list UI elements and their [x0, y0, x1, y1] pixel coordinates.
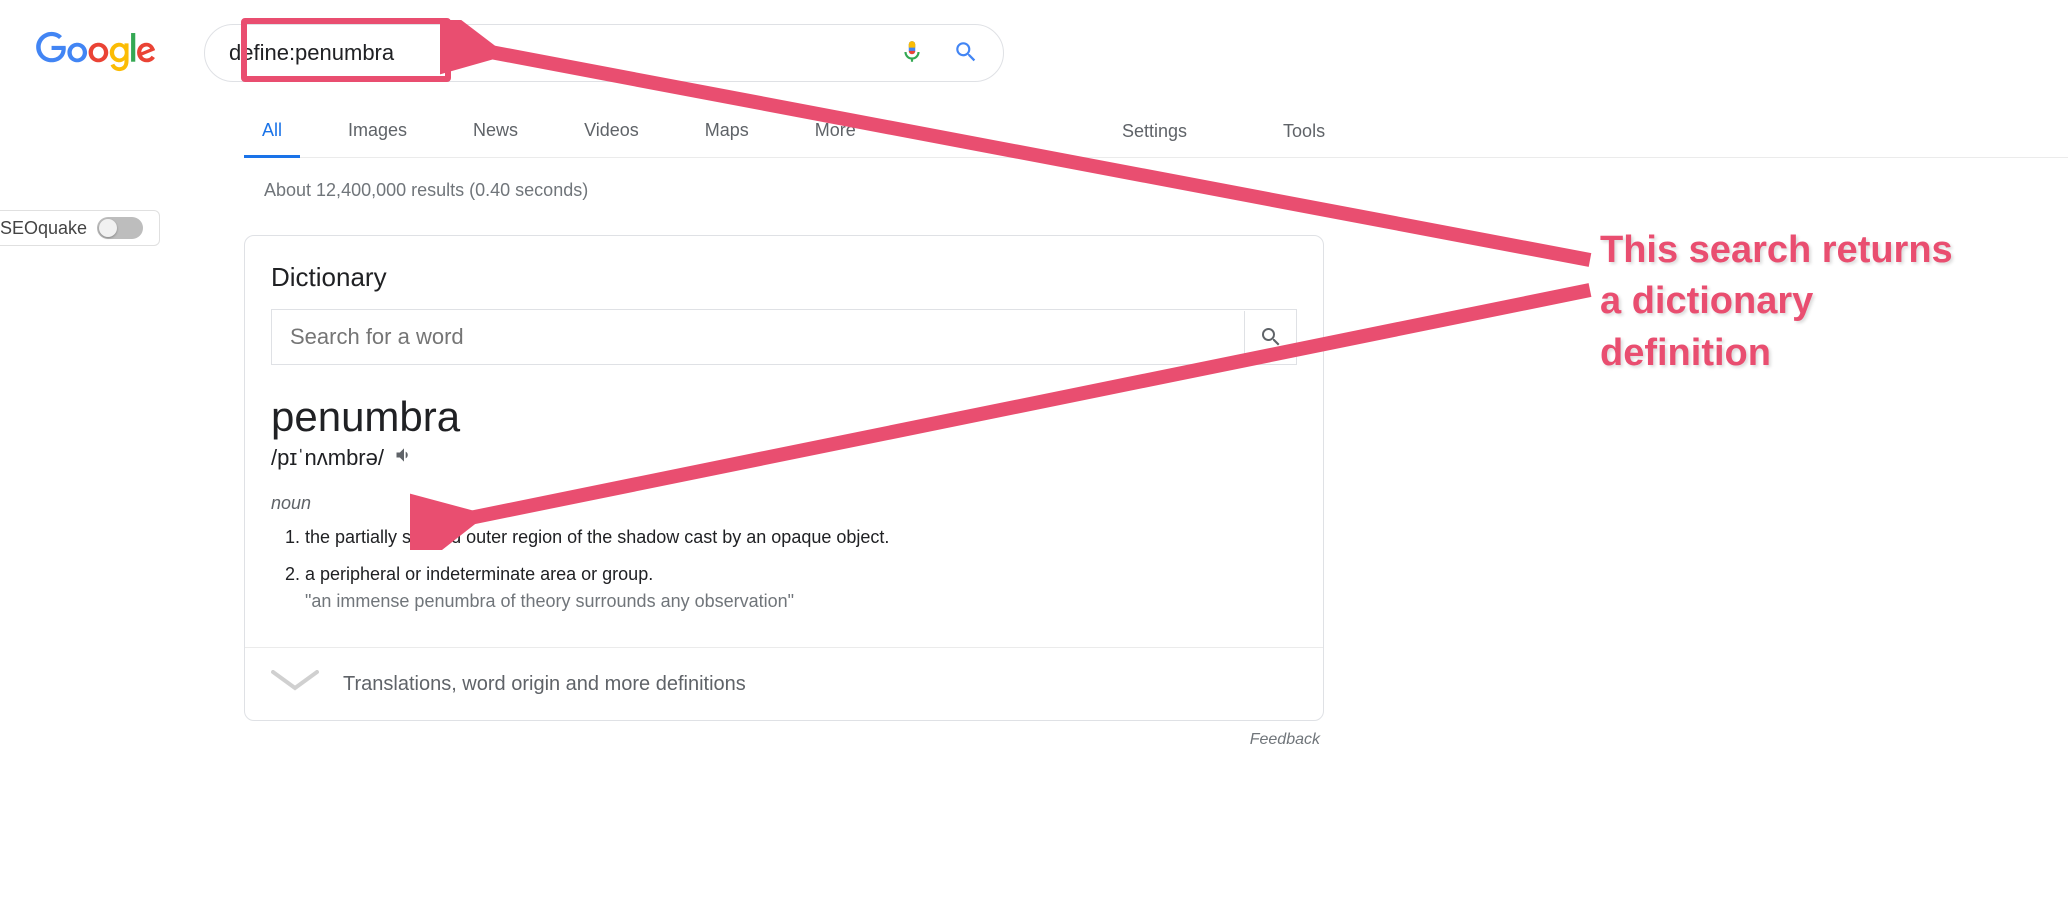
expand-definitions[interactable]: Translations, word origin and more defin…	[245, 647, 1323, 720]
dictionary-search-button[interactable]	[1244, 311, 1296, 363]
definition-item: a peripheral or indeterminate area or gr…	[305, 561, 1297, 615]
annotation-line: This search returns	[1600, 225, 1953, 276]
definition-item: the partially shaded outer region of the…	[305, 524, 1297, 551]
search-nav: All Images News Videos Maps More Setting…	[244, 110, 2068, 158]
tab-more[interactable]: More	[797, 110, 874, 158]
seoquake-panel: SEOquake	[0, 210, 160, 246]
result-stats: About 12,400,000 results (0.40 seconds)	[264, 180, 2068, 201]
part-of-speech: noun	[245, 479, 1323, 524]
microphone-icon[interactable]	[899, 39, 925, 68]
tab-images[interactable]: Images	[330, 110, 425, 158]
speaker-icon[interactable]	[394, 445, 414, 471]
search-icon[interactable]	[953, 39, 979, 68]
tab-all[interactable]: All	[244, 110, 300, 158]
dictionary-search-input[interactable]	[290, 324, 1244, 350]
tab-videos[interactable]: Videos	[566, 110, 657, 158]
annotation-line: definition	[1600, 328, 1953, 379]
dictionary-title: Dictionary	[245, 236, 1323, 309]
dictionary-search	[271, 309, 1297, 365]
definition-example: "an immense penumbra of theory surrounds…	[305, 591, 794, 611]
seoquake-toggle[interactable]	[97, 217, 143, 239]
definition-text: the partially shaded outer region of the…	[305, 527, 889, 547]
tab-news[interactable]: News	[455, 110, 536, 158]
feedback-link[interactable]: Feedback	[244, 721, 1324, 759]
tab-maps[interactable]: Maps	[687, 110, 767, 158]
pronunciation-text: /pɪˈnʌmbrə/	[271, 445, 384, 471]
tab-settings[interactable]: Settings	[1104, 111, 1205, 156]
tab-tools[interactable]: Tools	[1265, 111, 1343, 156]
search-box	[204, 24, 1004, 82]
definitions-list: the partially shaded outer region of the…	[245, 524, 1323, 647]
search-input[interactable]	[229, 40, 887, 66]
dictionary-card: Dictionary penumbra /pɪˈnʌmbrə/ noun the…	[244, 235, 1324, 721]
annotation-text: This search returns a dictionary definit…	[1600, 225, 1953, 379]
annotation-line: a dictionary	[1600, 276, 1953, 327]
dictionary-pronunciation: /pɪˈnʌmbrə/	[245, 445, 1323, 479]
dictionary-word: penumbra	[245, 375, 1323, 445]
seoquake-label: SEOquake	[0, 218, 87, 239]
expand-label: Translations, word origin and more defin…	[343, 673, 746, 696]
chevron-down-icon	[271, 670, 319, 698]
google-logo[interactable]	[36, 31, 156, 76]
definition-text: a peripheral or indeterminate area or gr…	[305, 564, 653, 584]
